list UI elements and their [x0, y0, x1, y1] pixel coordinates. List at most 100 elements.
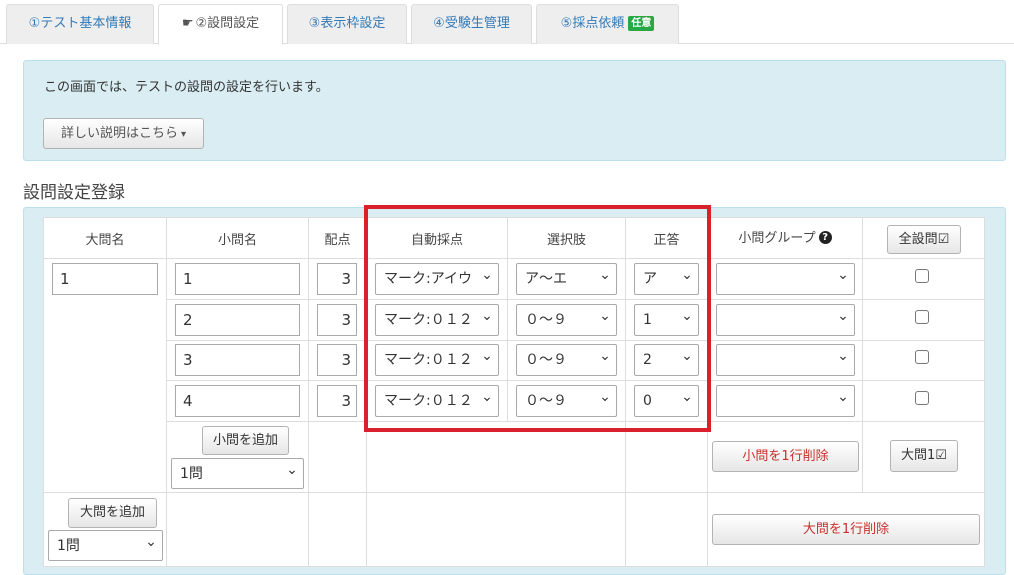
choices-value: ０〜９ — [525, 393, 567, 409]
auto-grading-value: マーク:０１２ — [384, 312, 473, 328]
auto-grading-value: マーク:アイウ — [384, 271, 473, 287]
chevron-down-icon — [837, 386, 849, 416]
correct-answer-select[interactable]: 2 — [634, 344, 699, 376]
score-input[interactable]: 3 — [317, 304, 357, 336]
chevron-down-icon — [681, 345, 693, 375]
shomon-name-input[interactable]: 2 — [175, 304, 300, 336]
header-choices: 選択肢 — [546, 233, 586, 248]
tab-label: ①テスト基本情報 — [28, 16, 132, 31]
tab-grading-request[interactable]: ⑤採点依頼 任意 — [536, 4, 679, 44]
chevron-down-icon — [837, 264, 849, 294]
pointing-hand-icon: ☛ — [181, 16, 194, 31]
row-checkbox[interactable] — [915, 269, 929, 283]
add-shomon-label: 小問を追加 — [212, 433, 278, 448]
row-checkbox[interactable] — [915, 310, 929, 324]
chevron-down-icon — [599, 264, 611, 294]
chevron-down-icon — [145, 531, 157, 560]
chevron-down-icon — [481, 264, 493, 294]
add-daimon-button[interactable]: 大問を追加 — [68, 498, 157, 528]
info-text: この画面では、テストの設問の設定を行います。 — [44, 80, 329, 95]
correct-answer-value: ア — [643, 271, 657, 287]
score-input[interactable]: 3 — [317, 263, 357, 295]
auto-grading-select[interactable]: マーク:０１２ — [375, 304, 499, 336]
tab-display-frame[interactable]: ③表示枠設定 — [287, 4, 407, 44]
chevron-down-icon — [481, 386, 493, 416]
shomon-name-input[interactable]: 4 — [175, 385, 300, 417]
detail-explanation-button[interactable]: 詳しい説明はこちら ▾ — [43, 118, 204, 149]
delete-shomon-button[interactable]: 小問を1行削除 — [712, 441, 859, 472]
tab-question-settings[interactable]: ☛ ②設問設定 — [158, 4, 283, 45]
daimon-count-value: 1問 — [57, 538, 80, 554]
question-group-select[interactable] — [716, 385, 855, 417]
shomon-name-input[interactable]: 1 — [175, 263, 300, 295]
tab-label: ②設問設定 — [195, 16, 260, 31]
correct-answer-value: 2 — [643, 352, 652, 368]
choices-select[interactable]: ア〜エ — [516, 263, 617, 295]
tab-label: ③表示枠設定 — [308, 16, 386, 31]
score-input[interactable]: 3 — [317, 385, 357, 417]
header-correct-answer: 正答 — [653, 233, 680, 248]
tab-bar: ①テスト基本情報 ☛ ②設問設定 ③表示枠設定 ④受験生管理 ⑤採点依頼 任意 — [0, 0, 1014, 45]
row-checkbox[interactable] — [915, 391, 929, 405]
help-icon[interactable]: ? — [818, 231, 832, 244]
chevron-down-icon — [837, 305, 849, 335]
auto-grading-value: マーク:０１２ — [384, 352, 473, 368]
chevron-down-icon — [837, 345, 849, 375]
score-input[interactable]: 3 — [317, 344, 357, 376]
correct-answer-value: 0 — [643, 393, 652, 409]
all-questions-check-button[interactable]: 全設問☑ — [887, 225, 961, 254]
correct-answer-select[interactable]: 1 — [634, 304, 699, 336]
chevron-down-icon — [599, 345, 611, 375]
detail-button-label: 詳しい説明はこちら — [60, 126, 178, 141]
chevron-down-icon — [481, 305, 493, 335]
choices-select[interactable]: ０〜９ — [516, 344, 617, 376]
chevron-down-icon — [599, 305, 611, 335]
question-group-select[interactable] — [716, 344, 855, 376]
correct-answer-select[interactable]: ア — [634, 263, 699, 295]
correct-answer-select[interactable]: 0 — [634, 385, 699, 417]
shomon-count-value: 1問 — [180, 466, 203, 482]
delete-shomon-label: 小問を1行削除 — [742, 449, 829, 464]
chevron-down-icon — [681, 264, 693, 294]
shomon-name-input[interactable]: 3 — [175, 344, 300, 376]
delete-daimon-button[interactable]: 大問を1行削除 — [712, 514, 980, 545]
chevron-down-icon — [681, 305, 693, 335]
header-question-group: 小問グループ? — [708, 227, 862, 246]
auto-grading-value: マーク:０１２ — [384, 393, 473, 409]
row-checkbox[interactable] — [915, 350, 929, 364]
add-shomon-button[interactable]: 小問を追加 — [202, 426, 289, 455]
header-auto-grading: 自動採点 — [410, 233, 463, 248]
header-daimon: 大問名 — [85, 233, 125, 248]
correct-answer-value: 1 — [643, 312, 652, 328]
tab-label: ⑤採点依頼 — [560, 16, 625, 31]
info-panel: この画面では、テストの設問の設定を行います。 詳しい説明はこちら ▾ — [23, 60, 1006, 161]
chevron-down-icon — [286, 459, 298, 488]
tab-label: ④受験生管理 — [433, 16, 510, 31]
choices-select[interactable]: ０〜９ — [516, 304, 617, 336]
header-group-label: 小問グループ — [738, 231, 816, 246]
tab-examinee-management[interactable]: ④受験生管理 — [411, 4, 532, 44]
daimon-count-select[interactable]: 1問 — [48, 530, 163, 561]
chevron-down-icon — [481, 345, 493, 375]
caret-down-icon: ▾ — [180, 129, 187, 140]
tab-test-basic-info[interactable]: ①テスト基本情報 — [6, 4, 154, 44]
delete-daimon-label: 大問を1行削除 — [802, 522, 890, 537]
question-group-select[interactable] — [716, 304, 855, 336]
all-questions-label: 全設問☑ — [898, 232, 950, 247]
choices-value: ０〜９ — [525, 352, 567, 368]
choices-select[interactable]: ０〜９ — [516, 385, 617, 417]
auto-grading-select[interactable]: マーク:０１２ — [375, 344, 499, 376]
header-shomon: 小問名 — [217, 233, 257, 248]
daimon1-check-label: 大問1☑ — [901, 448, 947, 463]
question-group-select[interactable] — [716, 263, 855, 295]
section-title: 設問設定登録 — [23, 183, 125, 203]
optional-badge: 任意 — [628, 16, 655, 31]
auto-grading-select[interactable]: マーク:０１２ — [375, 385, 499, 417]
chevron-down-icon — [599, 386, 611, 416]
daimon1-check-button[interactable]: 大問1☑ — [890, 440, 958, 472]
auto-grading-select[interactable]: マーク:アイウ — [375, 263, 499, 295]
chevron-down-icon — [681, 386, 693, 416]
shomon-count-select[interactable]: 1問 — [171, 458, 304, 489]
choices-value: ０〜９ — [525, 312, 567, 328]
daimon-name-input[interactable]: 1 — [52, 263, 158, 295]
